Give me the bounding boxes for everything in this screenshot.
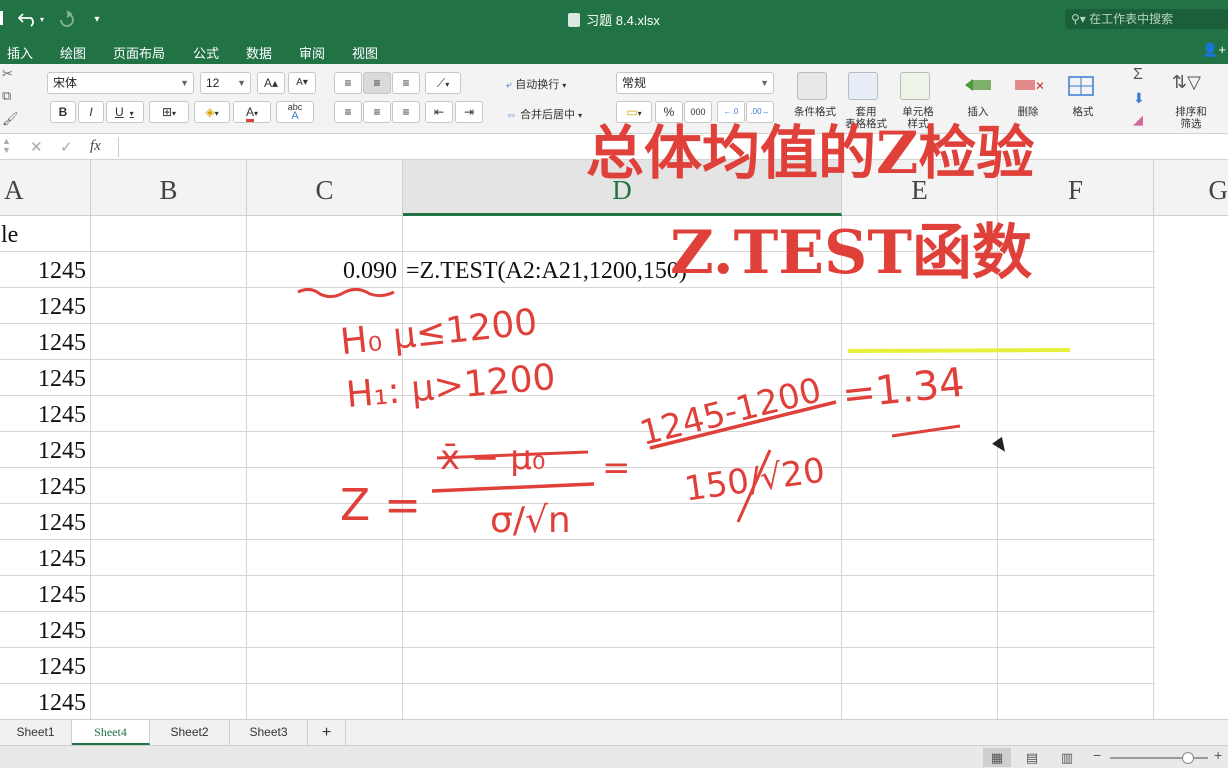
ink-underline-pvalue bbox=[297, 287, 395, 299]
add-sheet-button[interactable]: + bbox=[308, 720, 346, 745]
status-bar: ▦ ▤ ▥ − + bbox=[0, 745, 1228, 768]
page-break-view-button[interactable]: ▥ bbox=[1053, 748, 1081, 767]
page-layout-icon: ▤ bbox=[1025, 750, 1039, 765]
zoom-in-button[interactable]: + bbox=[1214, 747, 1222, 763]
sheet-tab-sheet4[interactable]: Sheet4 bbox=[72, 720, 150, 745]
ink-equals: = bbox=[602, 448, 631, 488]
sheet-tab-sheet3[interactable]: Sheet3 bbox=[230, 720, 308, 745]
grid-view-icon: ▦ bbox=[990, 750, 1004, 765]
ink-fraction-bar bbox=[431, 482, 595, 493]
sheet-tab-sheet1[interactable]: Sheet1 bbox=[0, 720, 72, 745]
zoom-slider-thumb[interactable] bbox=[1182, 752, 1195, 764]
excel-window: ▾ ▾ 习题 8.4.xlsx ⚲▾ 在工作表中搜索 插入 绘图 页面布局 公式… bbox=[0, 0, 1228, 768]
page-layout-view-button[interactable]: ▤ bbox=[1018, 748, 1046, 767]
sheet-tab-bar: Sheet1 Sheet4 Sheet2 Sheet3 + bbox=[0, 719, 1228, 745]
ink-z-label: Z = bbox=[340, 480, 421, 531]
ink-z-numerator: x̄ − μ₀ bbox=[440, 438, 546, 478]
overlay-title-line1: 总体均值的Z检验 bbox=[586, 119, 1035, 187]
highlight-stroke bbox=[847, 348, 1071, 353]
overlay-title-line2: Z.TEST函数 bbox=[670, 218, 1032, 288]
zoom-slider[interactable] bbox=[1110, 752, 1208, 764]
sheet-tab-sheet2[interactable]: Sheet2 bbox=[150, 720, 230, 745]
page-break-icon: ▥ bbox=[1060, 750, 1074, 765]
ink-underline-result bbox=[891, 424, 961, 438]
normal-view-button[interactable]: ▦ bbox=[983, 748, 1011, 767]
zoom-out-button[interactable]: − bbox=[1093, 747, 1101, 763]
ink-z-denominator: σ/√n bbox=[490, 500, 571, 541]
